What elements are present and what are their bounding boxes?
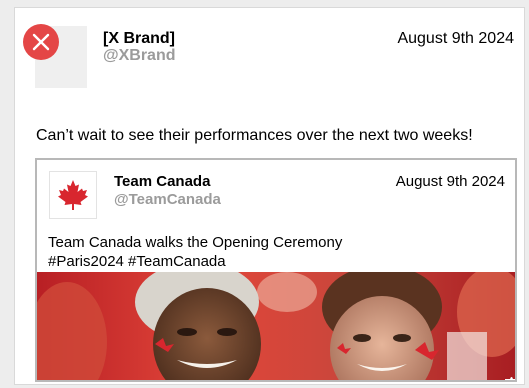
quoted-text-line-1: Team Canada walks the Opening Ceremony: [48, 234, 343, 251]
post-date: August 9th 2024: [397, 30, 514, 47]
quoted-post-card[interactable]: Team Canada @TeamCanada August 9th 2024 …: [35, 158, 517, 382]
quoted-post-date: August 9th 2024: [395, 173, 505, 190]
author-handle: @XBrand: [103, 47, 176, 64]
post-photo[interactable]: [37, 272, 515, 382]
close-icon: [32, 33, 50, 51]
share-icon[interactable]: [503, 376, 515, 382]
quoted-author-handle: @TeamCanada: [114, 191, 221, 208]
quoted-post-text: Team Canada walks the Opening Ceremony #…: [48, 233, 488, 271]
post-text: Can’t wait to see their performances ove…: [36, 127, 473, 144]
team-avatar: [49, 171, 97, 219]
close-button[interactable]: [23, 24, 59, 60]
quoted-author-name: Team Canada: [114, 173, 211, 190]
maple-leaf-icon: [58, 180, 88, 210]
quoted-text-hashtags: #Paris2024 #TeamCanada: [48, 253, 226, 270]
post-card: [X Brand] @XBrand August 9th 2024 Can’t …: [14, 7, 525, 385]
fans-photo: [37, 272, 515, 380]
author-name: [X Brand]: [103, 30, 175, 47]
